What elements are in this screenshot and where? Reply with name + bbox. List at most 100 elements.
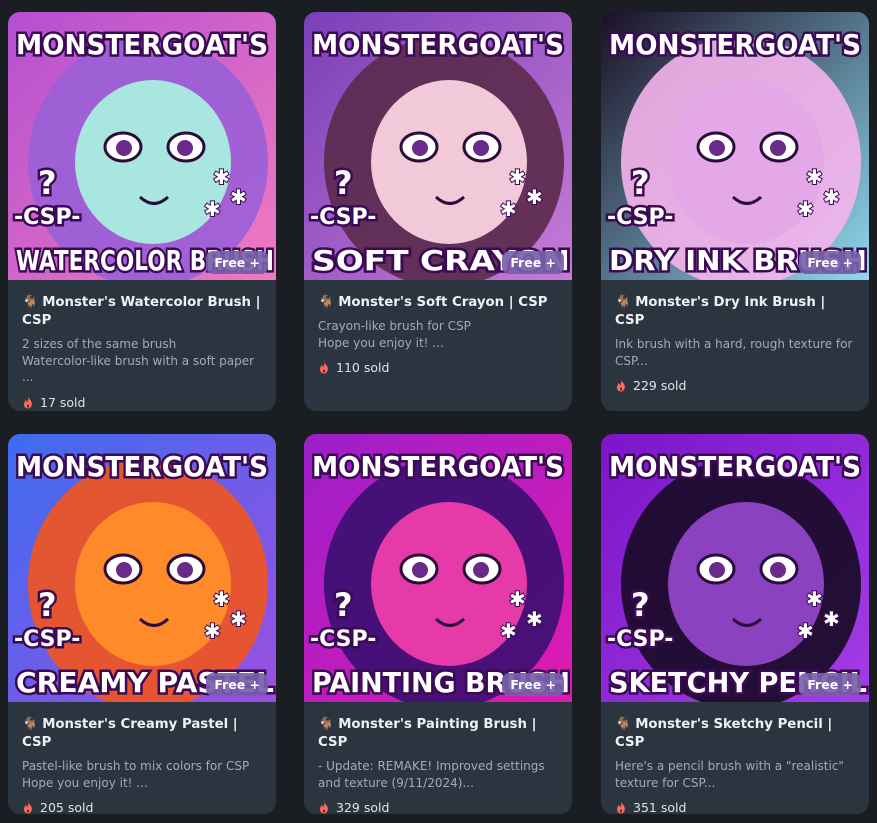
product-title-text: Monster's Dry Ink Brush | CSP [615, 295, 826, 328]
sold-count-text: 205 sold [40, 800, 94, 814]
art-star: ✱ [823, 185, 840, 209]
art-title-top: MONSTERGOAT'S [16, 28, 268, 61]
art-csp-label: -CSP- [310, 627, 376, 652]
product-title[interactable]: 🐐 Monster's Creamy Pastel | CSP [22, 716, 262, 752]
art-title-top: MONSTERGOAT'S [609, 28, 861, 61]
sold-count: 17 sold [22, 395, 262, 410]
price-badge: Free + [502, 673, 564, 696]
sold-count-text: 229 sold [633, 378, 687, 393]
product-description: 2 sizes of the same brush Watercolor-lik… [22, 337, 255, 384]
art-star: ✱ [213, 587, 230, 611]
thumbnail-art: ✱✱✱?MONSTERGOAT'S-CSP-SKETCHY PENCIL [601, 434, 869, 702]
art-star: ✱ [823, 607, 840, 631]
flame-icon [319, 801, 328, 814]
sold-count: 351 sold [615, 800, 855, 814]
art-pupil [116, 140, 132, 156]
product-card[interactable]: ✱ ✱ ✱? MONSTERGOAT'S -CSP- WATERCOLOR BRUSH F… [8, 12, 276, 411]
product-title-text: Monster's Watercolor Brush | CSP [22, 295, 261, 328]
product-title[interactable]: 🐐 Monster's Watercolor Brush | CSP [22, 294, 262, 330]
art-csp-label: -CSP- [14, 627, 80, 652]
flame-icon [616, 379, 625, 392]
art-question-mark: ? [631, 164, 650, 202]
art-star: ✱ [806, 165, 823, 189]
flame-icon [616, 801, 625, 814]
art-question-mark: ? [334, 164, 353, 202]
art-pupil [709, 140, 725, 156]
art-star: ✱ [213, 165, 230, 189]
art-star: ✱ [509, 165, 526, 189]
art-title-top: MONSTERGOAT'S [16, 450, 268, 483]
sold-count: 205 sold [22, 800, 262, 814]
art-star: ✱ [500, 197, 517, 221]
thumbnail-art: ✱✱✱?MONSTERGOAT'S-CSP-SOFT CRAYON [304, 12, 572, 280]
goat-icon: 🐐 [615, 295, 632, 310]
product-card[interactable]: ✱ ✱ ✱? MONSTERGOAT'S -CSP- PAINTING BRUSH Fre… [304, 434, 572, 814]
product-title-text: Monster's Creamy Pastel | CSP [22, 717, 238, 750]
art-pupil [412, 140, 428, 156]
flame-icon [23, 396, 32, 408]
art-question-mark: ? [631, 586, 650, 624]
sold-count: 329 sold [318, 800, 558, 814]
art-csp-label: -CSP- [607, 627, 673, 652]
art-star: ✱ [204, 619, 221, 643]
product-description: Crayon-like brush for CSP Hope you enjoy… [318, 319, 471, 350]
sold-count: 229 sold [615, 378, 855, 393]
thumbnail-art: ✱✱✱?MONSTERGOAT'S-CSP-WATERCOLOR BRUSH [8, 12, 276, 280]
thumbnail-art: ✱✱✱?MONSTERGOAT'S-CSP-CREAMY PASTEL [8, 434, 276, 702]
art-csp-label: -CSP- [607, 205, 673, 230]
flame-icon [319, 361, 328, 374]
art-star: ✱ [204, 197, 221, 221]
sold-count-text: 110 sold [336, 360, 390, 375]
art-question-mark: ? [38, 586, 57, 624]
product-title[interactable]: 🐐 Monster's Soft Crayon | CSP [318, 294, 558, 312]
art-star: ✱ [806, 587, 823, 611]
product-title[interactable]: 🐐 Monster's Sketchy Pencil | CSP [615, 716, 855, 752]
art-question-mark: ? [38, 164, 57, 202]
art-pupil [473, 140, 489, 156]
product-title-text: Monster's Soft Crayon | CSP [338, 295, 548, 310]
product-description: Here's a pencil brush with a "realistic"… [615, 759, 844, 790]
price-badge: Free + [206, 251, 268, 274]
sold-count: 110 sold [318, 360, 558, 375]
product-card[interactable]: ✱ ✱ ✱? MONSTERGOAT'S -CSP- SKETCHY PENCIL Fre… [601, 434, 869, 814]
product-thumbnail[interactable]: ✱ ✱ ✱? MONSTERGOAT'S -CSP- CREAMY PASTEL Free… [8, 434, 276, 702]
art-csp-label: -CSP- [14, 205, 80, 230]
art-star: ✱ [230, 607, 247, 631]
art-pupil [709, 562, 725, 578]
art-title-top: MONSTERGOAT'S [609, 450, 861, 483]
product-title-text: Monster's Painting Brush | CSP [318, 717, 537, 750]
product-thumbnail[interactable]: ✱ ✱ ✱? MONSTERGOAT'S -CSP- SOFT CRAYON Free + [304, 12, 572, 280]
product-title[interactable]: 🐐 Monster's Painting Brush | CSP [318, 716, 558, 752]
product-description: Pastel-like brush to mix colors for CSP … [22, 759, 250, 790]
goat-icon: 🐐 [318, 295, 335, 310]
sold-count-text: 329 sold [336, 800, 390, 814]
art-title-top: MONSTERGOAT'S [312, 450, 564, 483]
art-star: ✱ [526, 185, 543, 209]
sold-count-text: 351 sold [633, 800, 687, 814]
art-pupil [177, 562, 193, 578]
price-badge: Free + [799, 251, 861, 274]
product-card[interactable]: ✱ ✱ ✱? MONSTERGOAT'S -CSP- DRY INK BRUSH Free… [601, 12, 869, 411]
art-pupil [177, 140, 193, 156]
art-pupil [770, 562, 786, 578]
art-question-mark: ? [334, 586, 353, 624]
art-pupil [473, 562, 489, 578]
product-thumbnail[interactable]: ✱ ✱ ✱? MONSTERGOAT'S -CSP- PAINTING BRUSH Fre… [304, 434, 572, 702]
art-star: ✱ [230, 185, 247, 209]
art-title-top: MONSTERGOAT'S [312, 28, 564, 61]
art-pupil [116, 562, 132, 578]
flame-icon [23, 801, 32, 814]
goat-icon: 🐐 [22, 295, 39, 310]
product-thumbnail[interactable]: ✱ ✱ ✱? MONSTERGOAT'S -CSP- WATERCOLOR BRUSH F… [8, 12, 276, 280]
product-title[interactable]: 🐐 Monster's Dry Ink Brush | CSP [615, 294, 855, 330]
product-thumbnail[interactable]: ✱ ✱ ✱? MONSTERGOAT'S -CSP- DRY INK BRUSH Free… [601, 12, 869, 280]
thumbnail-art: ✱✱✱?MONSTERGOAT'S-CSP-DRY INK BRUSH [601, 12, 869, 280]
product-thumbnail[interactable]: ✱ ✱ ✱? MONSTERGOAT'S -CSP- SKETCHY PENCIL Fre… [601, 434, 869, 702]
product-card[interactable]: ✱ ✱ ✱? MONSTERGOAT'S -CSP- SOFT CRAYON Free +… [304, 12, 572, 411]
goat-icon: 🐐 [318, 717, 335, 732]
price-badge: Free + [799, 673, 861, 696]
art-star: ✱ [509, 587, 526, 611]
art-star: ✱ [526, 607, 543, 631]
product-card[interactable]: ✱ ✱ ✱? MONSTERGOAT'S -CSP- CREAMY PASTEL Free… [8, 434, 276, 814]
art-pupil [770, 140, 786, 156]
